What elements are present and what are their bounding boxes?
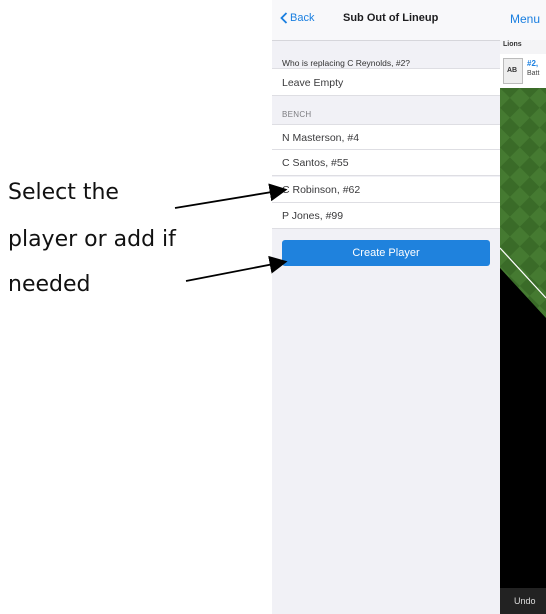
field-graphic — [500, 88, 546, 614]
screen: Select the player or add if needed Back … — [0, 0, 546, 614]
player-label: P Jones, #99 — [282, 210, 344, 222]
page-title: Sub Out of Lineup — [343, 12, 439, 24]
player-label: N Masterson, #4 — [282, 132, 360, 144]
game-nav-bar: Menu — [500, 0, 546, 41]
player-label: C Robinson, #62 — [282, 184, 361, 196]
at-bat-label: AB — [507, 67, 518, 74]
back-label: Back — [290, 12, 315, 24]
annotation-line-1: Select the — [8, 180, 119, 205]
arrow-to-create — [185, 255, 288, 282]
leave-empty-option[interactable]: Leave Empty — [272, 68, 500, 96]
leave-empty-label: Leave Empty — [282, 77, 344, 89]
at-bat-box: AB — [503, 58, 523, 84]
create-player-button[interactable]: Create Player — [282, 240, 490, 266]
sub-out-panel: Back Sub Out of Lineup Who is replacing … — [272, 0, 501, 614]
batter-number: #2, — [527, 59, 539, 68]
annotation-line-2: player or add if — [8, 227, 176, 252]
undo-button[interactable]: Undo — [500, 588, 546, 614]
undo-label: Undo — [514, 596, 536, 606]
game-panel: Menu Lions AB #2, Batt — [500, 0, 546, 614]
list-item[interactable]: C Robinson, #62 — [272, 177, 500, 203]
menu-button[interactable]: Menu — [510, 12, 540, 26]
list-item[interactable]: P Jones, #99 — [272, 203, 500, 229]
list-item[interactable]: C Santos, #55 — [272, 150, 500, 176]
back-button[interactable]: Back — [280, 12, 314, 24]
chevron-left-icon — [280, 12, 288, 24]
nav-bar: Back Sub Out of Lineup — [272, 0, 500, 41]
player-label: C Santos, #55 — [282, 157, 349, 169]
replace-question: Who is replacing C Reynolds, #2? — [282, 58, 411, 68]
bench-header: BENCH — [282, 110, 312, 119]
list-item[interactable]: N Masterson, #4 — [272, 124, 500, 150]
team-name: Lions — [503, 41, 522, 48]
at-bat-bar: AB #2, Batt — [500, 54, 546, 89]
batter-label: Batt — [527, 70, 540, 77]
team-bar: Lions — [500, 40, 546, 55]
arrow-to-player — [174, 183, 288, 209]
annotation-line-3: needed — [8, 272, 91, 297]
